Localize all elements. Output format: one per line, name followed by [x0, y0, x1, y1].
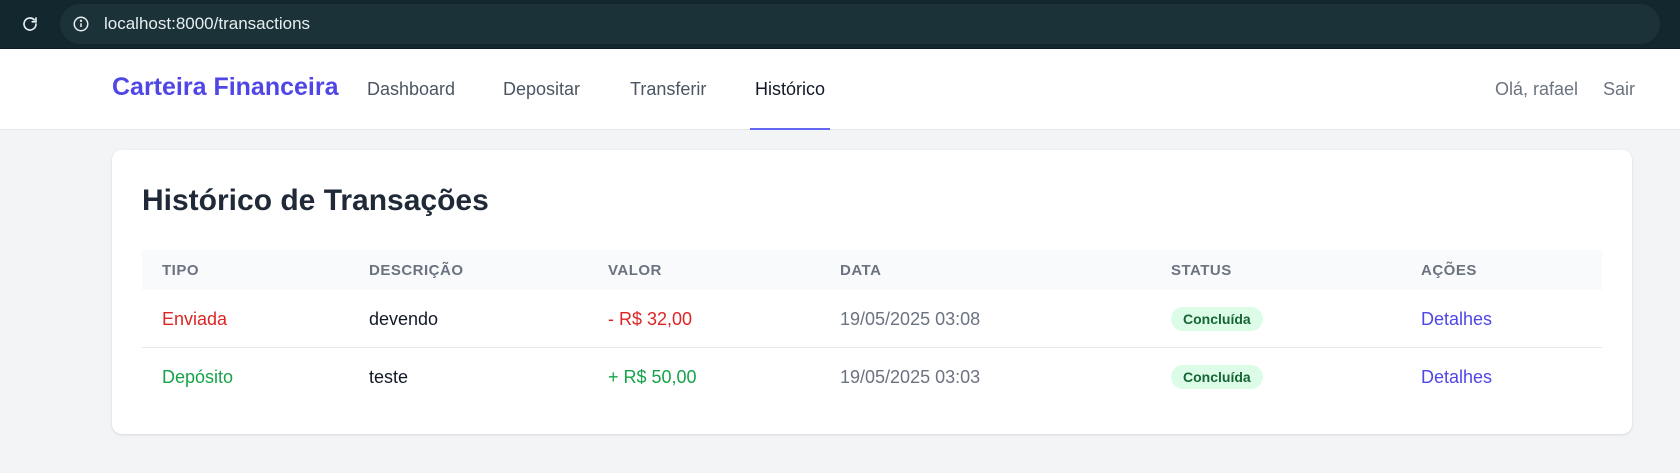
user-greeting: Olá, rafael [1495, 79, 1579, 99]
brand-logo[interactable]: Carteira Financeira [112, 73, 339, 102]
reload-icon [23, 17, 37, 31]
cell-data: 19/05/2025 03:03 [840, 366, 981, 387]
logout-link[interactable]: Sair [1603, 49, 1635, 130]
status-badge: Concluída [1171, 307, 1263, 331]
cell-valor: + R$ 50,00 [608, 366, 697, 387]
table-header: TIPO DESCRIÇÃO VALOR DATA STATUS AÇÕES [142, 250, 1602, 290]
reload-button[interactable] [0, 0, 60, 48]
cell-descricao: devendo [369, 308, 439, 329]
cell-status: Concluída [1171, 348, 1263, 406]
nav-link-transferir[interactable]: Transferir [630, 49, 706, 130]
nav-link-depositar[interactable]: Depositar [503, 49, 580, 130]
cell-tipo: Depósito [162, 366, 234, 387]
table-row: Depósito teste + R$ 50,00 19/05/2025 03:… [142, 348, 1602, 406]
table-row: Enviada devendo - R$ 32,00 19/05/2025 03… [142, 290, 1602, 348]
column-header-tipo: TIPO [162, 261, 200, 279]
address-bar[interactable]: localhost:8000/transactions [60, 4, 1660, 44]
nav-link-historico[interactable]: Histórico [749, 49, 831, 130]
cell-status: Concluída [1171, 290, 1263, 348]
transactions-table: TIPO DESCRIÇÃO VALOR DATA STATUS AÇÕES E… [142, 250, 1602, 406]
cell-descricao: teste [369, 366, 409, 387]
cell-tipo: Enviada [162, 308, 228, 329]
app-navbar: Carteira Financeira Dashboard Depositar … [0, 49, 1680, 130]
details-link[interactable]: Detalhes [1421, 290, 1492, 348]
page-title: Histórico de Transações [142, 184, 489, 217]
column-header-descricao: DESCRIÇÃO [369, 261, 464, 279]
info-icon[interactable] [68, 11, 94, 37]
transactions-card: Histórico de Transações TIPO DESCRIÇÃO V… [112, 150, 1632, 434]
column-header-status: STATUS [1171, 261, 1232, 279]
column-header-valor: VALOR [608, 261, 662, 279]
nav-link-dashboard[interactable]: Dashboard [367, 49, 455, 130]
cell-data: 19/05/2025 03:08 [840, 308, 981, 329]
details-link[interactable]: Detalhes [1421, 348, 1492, 406]
status-badge: Concluída [1171, 365, 1263, 389]
url-text[interactable]: localhost:8000/transactions [104, 14, 310, 34]
browser-toolbar: localhost:8000/transactions [0, 0, 1680, 49]
column-header-data: DATA [840, 261, 882, 279]
cell-valor: - R$ 32,00 [608, 308, 693, 329]
column-header-acoes: AÇÕES [1421, 261, 1477, 279]
